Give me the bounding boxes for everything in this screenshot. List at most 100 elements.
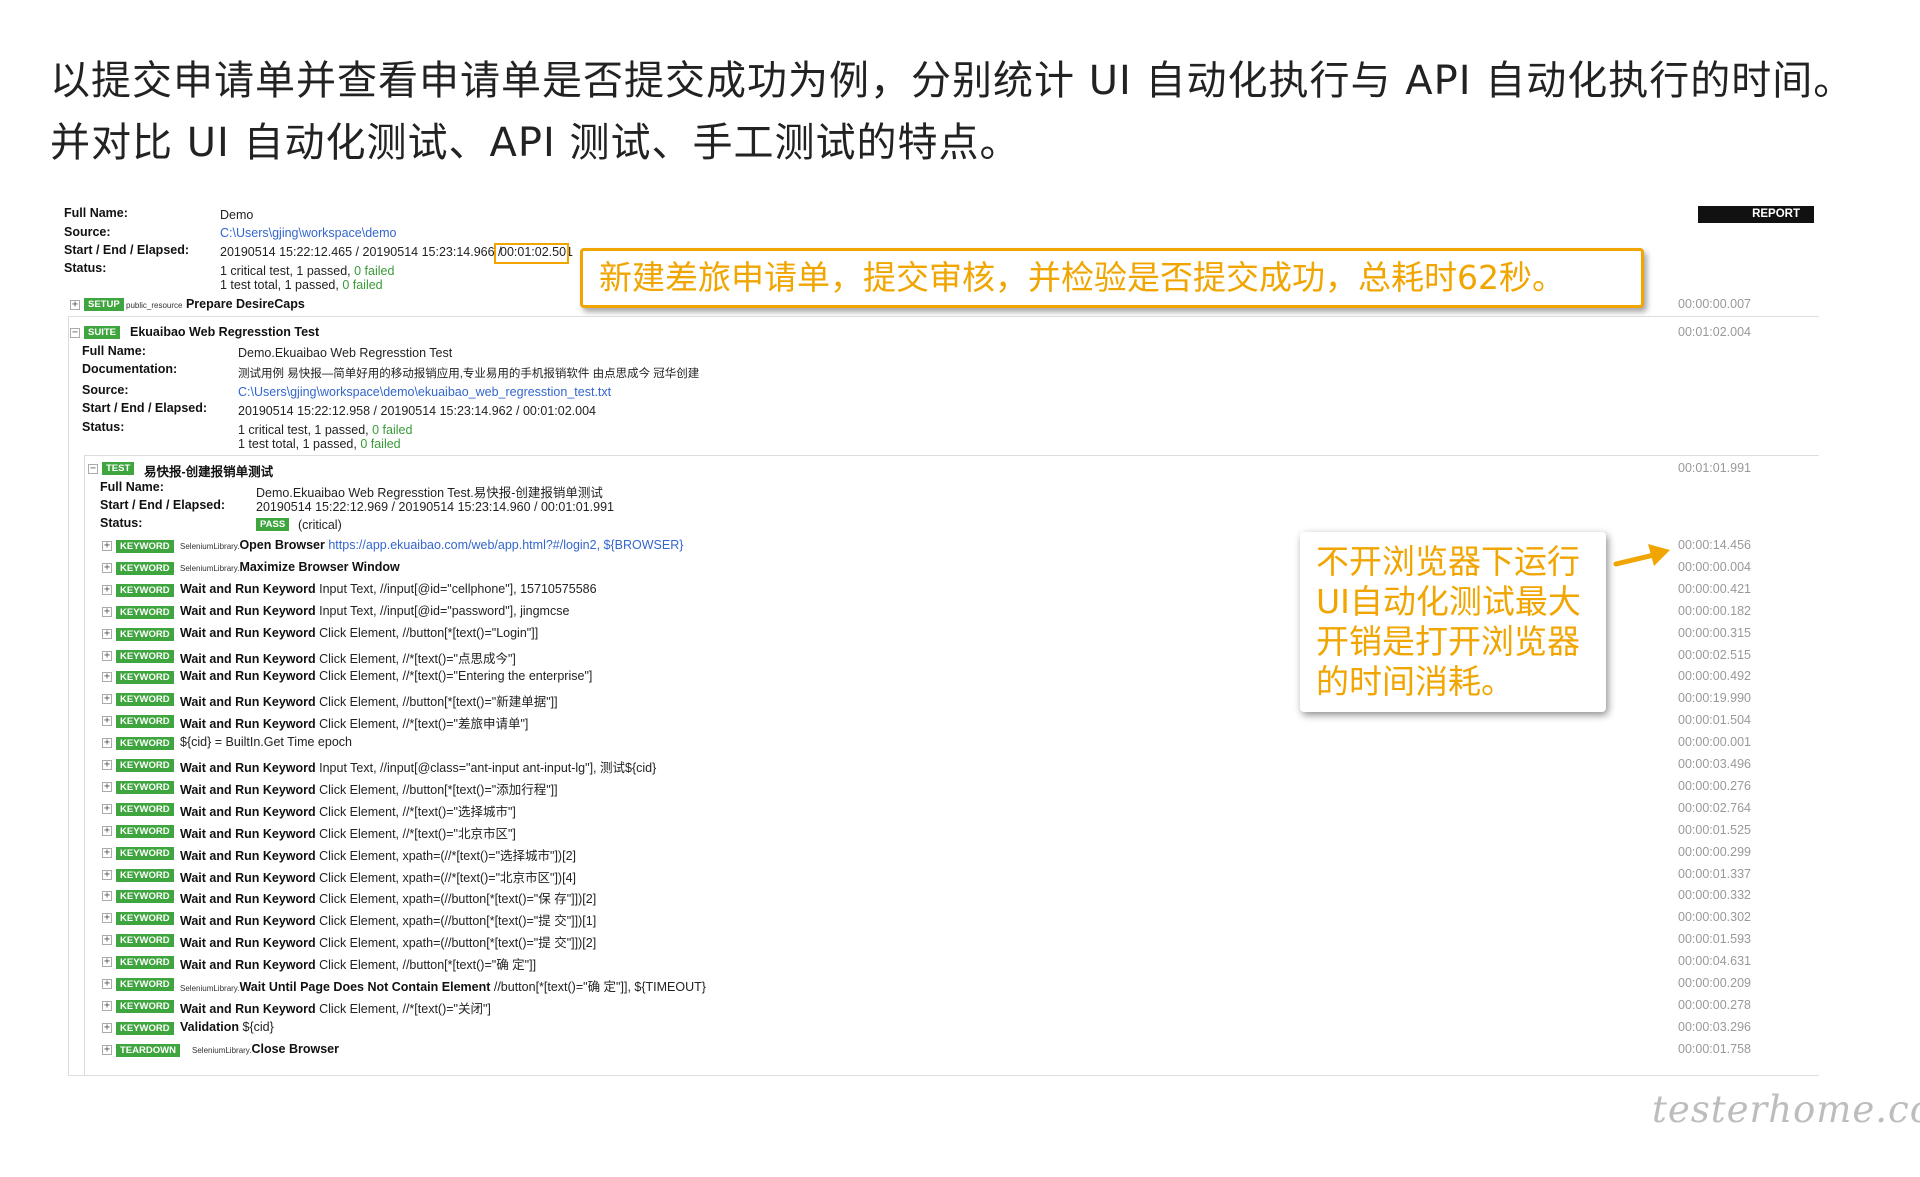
expand-toggle[interactable]: + (102, 541, 112, 551)
keyword-row[interactable]: + KEYWORD Wait and Run Keyword Click Eleme… (64, 888, 1819, 906)
expand-toggle[interactable]: + (102, 606, 112, 617)
keyword-row[interactable]: + KEYWORD Wait and Run Keyword Click Eleme… (64, 998, 1819, 1016)
expand-toggle[interactable]: + (102, 562, 112, 573)
keyword-time: 00:00:00.001 (1678, 735, 1751, 750)
suite-status-critical-text: 1 critical test, 1 passed, (238, 423, 369, 437)
suite-status-total-failed: 0 failed (360, 437, 401, 451)
total-time-callout: 新建差旅申请单，提交审核，并检验是否提交成功，总耗时62秒。 (580, 248, 1644, 308)
keyword-text: Wait and Run Keyword Click Element, //bu… (180, 954, 536, 973)
keyword-args: Click Element, //*[text()="关闭"] (315, 1001, 491, 1016)
callout-line: UI自动化测试最大 (1316, 582, 1581, 621)
keyword-row[interactable]: + KEYWORD ${cid} = BuiltIn.Get Time epoch 0… (64, 735, 1819, 753)
test-tag: TEST (102, 462, 135, 475)
keyword-time: 00:00:00.209 (1678, 976, 1751, 990)
keyword-row[interactable]: + KEYWORD SeleniumLibrary.Wait Until Page … (64, 976, 1819, 994)
start-end-value: 20190514 15:22:12.465 / 20190514 15:23:1… (220, 245, 502, 259)
setup-tag: SETUP (84, 298, 124, 311)
watermark: testerhome.com (1652, 1088, 1920, 1131)
heading-line-2: 并对比 UI 自动化测试、API 测试、手工测试的特点。 (50, 120, 1021, 166)
start-end-label: Start / End / Elapsed: (64, 243, 190, 257)
expand-toggle[interactable]: + (102, 847, 112, 858)
expand-toggle[interactable]: + (102, 738, 112, 749)
expand-toggle[interactable]: + (102, 672, 112, 683)
keyword-time: 00:00:00.276 (1678, 778, 1751, 793)
keyword-tag: KEYWORD (116, 824, 174, 838)
expand-toggle[interactable]: + (102, 913, 112, 924)
keyword-time: 00:00:14.456 (1678, 538, 1751, 552)
keyword-time: 00:00:00.278 (1678, 997, 1751, 1012)
expand-toggle[interactable]: + (102, 1022, 112, 1033)
keyword-args: Click Element, xpath=(//button[*[text()=… (315, 892, 597, 907)
expand-toggle[interactable]: + (102, 1000, 112, 1011)
test-name[interactable]: 易快报-创建报销单测试 (144, 461, 273, 480)
source-label: Source: (64, 225, 111, 239)
keyword-args: Click Element, //button[*[text()="Login"… (315, 625, 539, 640)
keyword-text: Wait and Run Keyword Click Element, //*[… (180, 713, 528, 732)
expand-toggle[interactable]: + (70, 300, 80, 310)
report-tab[interactable]: REPORT (1698, 206, 1814, 223)
keyword-row[interactable]: + KEYWORD Wait and Run Keyword Click Eleme… (64, 845, 1819, 863)
test-start-end-value: 20190514 15:22:12.969 / 20190514 15:23:1… (256, 500, 614, 514)
expand-toggle[interactable]: + (102, 935, 112, 946)
keyword-time: 00:00:02.764 (1678, 800, 1751, 815)
suite-source-link[interactable]: C:\Users\gjing\workspace\demo\ekuaibao_w… (238, 385, 611, 399)
keyword-row[interactable]: + KEYWORD Wait and Run Keyword Click Eleme… (64, 867, 1819, 885)
keyword-text: Wait and Run Keyword Click Element, xpat… (180, 867, 576, 886)
callout-line: 开销是打开浏览器 (1316, 622, 1580, 661)
expand-toggle[interactable]: + (102, 694, 112, 705)
expand-toggle[interactable]: + (102, 650, 112, 661)
keyword-tag: KEYWORD (116, 999, 174, 1013)
expand-toggle[interactable]: + (102, 957, 112, 968)
keyword-name: Wait and Run Keyword (180, 1001, 316, 1016)
keyword-library: SeleniumLibrary. (180, 542, 240, 551)
keyword-row[interactable]: + KEYWORD Wait and Run Keyword Input Text,… (64, 757, 1819, 775)
keyword-library: SeleniumLibrary. (180, 563, 240, 573)
expand-toggle[interactable]: + (102, 781, 112, 792)
keyword-args: epoch (314, 735, 352, 750)
keyword-time: 00:00:00.182 (1678, 603, 1751, 618)
arrow-icon (1613, 544, 1670, 567)
keyword-args[interactable]: https://app.ekuaibao.com/web/app.html?#/… (325, 538, 683, 552)
source-link[interactable]: C:\Users\gjing\workspace\demo (220, 226, 396, 240)
teardown-tag: TEARDOWN (116, 1043, 180, 1057)
expand-toggle[interactable]: + (102, 584, 112, 595)
keyword-row[interactable]: + KEYWORD Validation ${cid} 00:00:03.296 (64, 1020, 1819, 1038)
keyword-row[interactable]: + KEYWORD Wait and Run Keyword Click Eleme… (64, 932, 1819, 950)
divider (68, 1075, 1819, 1076)
collapse-toggle[interactable]: − (88, 464, 98, 474)
suite-name[interactable]: Ekuaibao Web Regresstion Test (130, 325, 319, 339)
expand-toggle[interactable]: + (102, 979, 112, 989)
test-status-note: (critical) (298, 518, 342, 532)
expand-toggle[interactable]: + (102, 891, 112, 902)
keyword-name: Wait and Run Keyword (180, 761, 316, 775)
keyword-row[interactable]: + KEYWORD Wait and Run Keyword Click Eleme… (64, 823, 1819, 841)
keyword-row[interactable]: + TEARDOWN SeleniumLibrary.Close Browser 00… (64, 1042, 1819, 1060)
expand-toggle[interactable]: + (102, 803, 112, 814)
suite-full-name-label: Full Name: (82, 344, 146, 358)
keyword-time: 00:00:03.296 (1678, 1019, 1751, 1034)
keyword-args: Click Element, xpath=(//*[text()="选择城市"]… (315, 848, 576, 863)
setup-keyword[interactable]: public_resource Prepare DesireCaps (126, 297, 305, 311)
keyword-name: Wait and Run Keyword (180, 625, 316, 640)
suite-source-label: Source: (82, 383, 129, 397)
expand-toggle[interactable]: + (102, 1044, 112, 1055)
keyword-tag: KEYWORD (116, 605, 174, 619)
keyword-tag: KEYWORD (116, 978, 174, 991)
keyword-row[interactable]: + KEYWORD Wait and Run Keyword Click Eleme… (64, 954, 1819, 972)
expand-toggle[interactable]: + (102, 825, 112, 836)
status-critical-text: 1 critical test, 1 passed, (220, 264, 351, 278)
divider (84, 455, 1819, 456)
expand-toggle[interactable]: + (102, 716, 112, 727)
expand-toggle[interactable]: + (102, 869, 112, 880)
expand-toggle[interactable]: + (102, 760, 112, 770)
keyword-row[interactable]: + KEYWORD Wait and Run Keyword Click Eleme… (64, 801, 1819, 819)
keyword-row[interactable]: + KEYWORD Wait and Run Keyword Click Eleme… (64, 713, 1819, 731)
keyword-row[interactable]: + KEYWORD Wait and Run Keyword Click Eleme… (64, 779, 1819, 797)
setup-name: Prepare DesireCaps (185, 297, 305, 311)
collapse-toggle[interactable]: − (70, 328, 80, 338)
expand-toggle[interactable]: + (102, 628, 112, 639)
keyword-row[interactable]: + KEYWORD Wait and Run Keyword Click Eleme… (64, 910, 1819, 928)
keyword-time: 00:00:03.496 (1678, 757, 1751, 771)
keyword-name: Wait and Run Keyword (180, 695, 316, 710)
keyword-name: Close Browser (251, 1041, 339, 1056)
